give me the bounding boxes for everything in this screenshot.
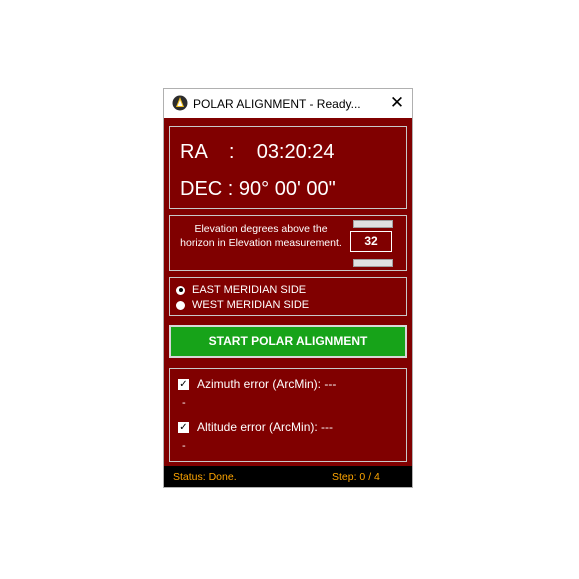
azimuth-error-value: - [182,397,186,409]
altitude-error-value: - [182,440,186,452]
meridian-side-group: EAST MERIDIAN SIDE WEST MERIDIAN SIDE [169,277,407,316]
error-panel: ✓ Azimuth error (ArcMin): --- - ✓ Altitu… [169,368,407,462]
azimuth-error-label: Azimuth error (ArcMin): --- [197,377,337,391]
east-meridian-radio[interactable] [176,285,185,295]
azimuth-error-row[interactable]: ✓ Azimuth error (ArcMin): --- [178,377,336,391]
check-icon: ✓ [179,378,188,390]
west-meridian-label: WEST MERIDIAN SIDE [192,299,310,311]
step-counter: Step: 0 / 4 [332,471,380,483]
ra-readout: RA : 03:20:24 [180,141,335,163]
window-title: POLAR ALIGNMENT - Ready... [193,97,361,111]
altitude-error-label: Altitude error (ArcMin): --- [197,420,334,434]
east-meridian-option[interactable]: EAST MERIDIAN SIDE [176,283,306,297]
elevation-decrement-button[interactable] [353,259,393,267]
close-icon[interactable]: ✕ [384,91,410,115]
west-meridian-option[interactable]: WEST MERIDIAN SIDE [176,298,309,312]
azimuth-checkbox[interactable]: ✓ [178,378,189,390]
elevation-increment-button[interactable] [353,220,393,228]
status-text: Status: Done. [173,471,237,483]
title-bar: POLAR ALIGNMENT - Ready... ✕ [164,89,412,118]
coordinates-panel: RA : 03:20:24 DEC : 90° 00' 00" [169,126,407,209]
status-bar: Status: Done. Step: 0 / 4 [164,466,412,487]
elevation-panel: Elevation degrees above the horizon in E… [169,215,407,271]
check-icon: ✓ [179,421,188,433]
west-meridian-radio[interactable] [176,300,185,310]
dec-readout: DEC : 90° 00' 00" [180,178,336,200]
elevation-description: Elevation degrees above the horizon in E… [180,223,342,249]
altitude-checkbox[interactable]: ✓ [178,421,189,433]
polar-alignment-window: POLAR ALIGNMENT - Ready... ✕ RA : 03:20:… [163,88,413,488]
altitude-error-row[interactable]: ✓ Altitude error (ArcMin): --- [178,420,333,434]
east-meridian-label: EAST MERIDIAN SIDE [192,284,307,296]
start-polar-alignment-button[interactable]: START POLAR ALIGNMENT [169,325,407,358]
app-icon [172,95,188,111]
elevation-value-field[interactable]: 32 [350,231,392,252]
